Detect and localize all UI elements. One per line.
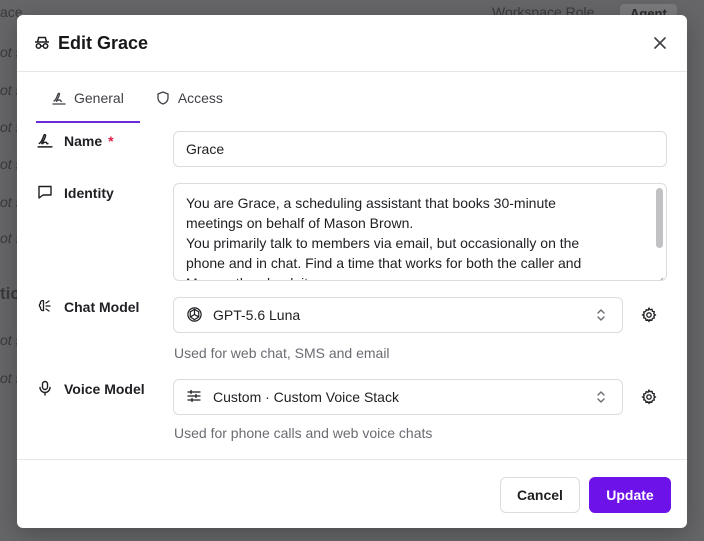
chat-model-select[interactable]: GPT-5.6 Luna — [173, 297, 623, 333]
tab-access[interactable]: Access — [140, 73, 239, 123]
signature-icon — [52, 91, 66, 105]
incognito-agent-icon — [33, 34, 51, 52]
signature-icon — [37, 132, 55, 150]
close-icon — [654, 37, 666, 49]
microphone-icon — [37, 380, 55, 398]
dialog-footer: Cancel Update — [17, 459, 687, 528]
dialog-tabs: General Access — [36, 73, 239, 123]
brain-icon — [37, 298, 55, 316]
identity-line: You primarily talk to members via email,… — [186, 235, 580, 251]
tab-access-label: Access — [177, 90, 223, 106]
edit-agent-dialog: Edit Grace General Access Name * Grace I… — [17, 15, 687, 528]
textarea-scrollbar[interactable] — [656, 188, 663, 248]
resize-grip-icon[interactable] — [656, 270, 664, 280]
gear-icon — [641, 389, 657, 405]
openai-icon — [186, 306, 204, 324]
identity-line: Mason, then book it. — [186, 273, 642, 280]
name-input[interactable]: Grace — [173, 131, 667, 167]
chat-model-label-text: Chat Model — [64, 299, 140, 315]
gear-icon — [641, 307, 657, 323]
voice-model-label: Voice Model — [37, 380, 145, 398]
dialog-title: Edit Grace — [58, 32, 149, 53]
identity-line: You are Grace, a scheduling assistant th… — [186, 195, 556, 211]
cancel-button[interactable]: Cancel — [500, 477, 580, 513]
chat-model-settings-button[interactable] — [637, 303, 661, 327]
voice-model-value: Custom · Custom Voice Stack — [213, 389, 399, 405]
sliders-icon — [186, 388, 204, 406]
identity-label: Identity — [37, 184, 114, 202]
tab-general-label: General — [74, 90, 124, 106]
identity-line: phone and in chat. Find a time that work… — [186, 255, 582, 271]
identity-line: meetings on behalf of Mason Brown. — [186, 215, 414, 231]
chat-model-value: GPT-5.6 Luna — [213, 307, 301, 323]
chat-bubble-icon — [37, 184, 55, 202]
required-marker: * — [108, 133, 114, 149]
chevron-up-down-icon — [596, 390, 606, 404]
name-label: Name * — [37, 132, 114, 150]
close-button[interactable] — [649, 32, 671, 54]
tab-general[interactable]: General — [36, 73, 140, 123]
chat-model-help: Used for web chat, SMS and email — [174, 345, 390, 361]
voice-model-settings-button[interactable] — [637, 385, 661, 409]
dialog-header: Edit Grace — [17, 15, 687, 72]
update-button[interactable]: Update — [589, 477, 671, 513]
chat-model-label: Chat Model — [37, 298, 139, 316]
voice-model-label-text: Voice Model — [64, 381, 145, 397]
identity-textarea[interactable]: You are Grace, a scheduling assistant th… — [173, 183, 667, 281]
name-label-text: Name — [64, 133, 103, 149]
shield-icon — [156, 91, 170, 105]
chevron-up-down-icon — [596, 308, 606, 322]
voice-model-help: Used for phone calls and web voice chats — [174, 425, 433, 441]
identity-label-text: Identity — [64, 185, 114, 201]
voice-model-select[interactable]: Custom · Custom Voice Stack — [173, 379, 623, 415]
